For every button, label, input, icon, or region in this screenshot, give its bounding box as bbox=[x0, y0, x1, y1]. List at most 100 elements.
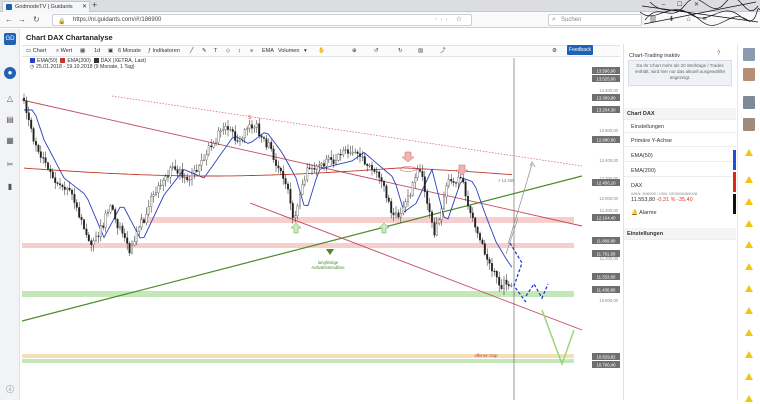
wert-button[interactable]: ⌕ Wert bbox=[56, 47, 72, 56]
share-icon[interactable]: ⤴ bbox=[440, 47, 446, 56]
panel-row-ema50[interactable]: EMA(50) bbox=[624, 150, 736, 162]
candle-body bbox=[107, 212, 109, 214]
notification-badge-icon[interactable] bbox=[744, 262, 754, 272]
shape-tool-icon[interactable]: ◇ bbox=[226, 47, 230, 56]
settings-icon[interactable]: ⚙ bbox=[552, 47, 557, 56]
candle-body bbox=[354, 151, 357, 153]
up-arrow-icon bbox=[290, 222, 302, 234]
avatar[interactable] bbox=[743, 68, 755, 81]
avatar[interactable] bbox=[743, 96, 755, 109]
notification-badge-icon[interactable] bbox=[744, 148, 754, 158]
candle-body bbox=[390, 201, 393, 214]
candle-body bbox=[35, 141, 37, 146]
ema-button[interactable]: EMA bbox=[262, 47, 274, 56]
tools-icon[interactable]: ✂ bbox=[4, 159, 16, 171]
undo-icon[interactable]: ↺ bbox=[374, 47, 379, 56]
volume-button[interactable]: Volumen bbox=[278, 47, 299, 56]
fib-tool-icon[interactable]: ≡ bbox=[250, 47, 253, 56]
hand-tool-icon[interactable]: ✋ bbox=[318, 47, 325, 56]
price-label-text: 13.525,60 bbox=[596, 77, 616, 82]
avatar[interactable] bbox=[743, 118, 755, 131]
url-bar[interactable]: 🔒 https://ni.guidants.com/#!/186900 ··· … bbox=[52, 14, 472, 26]
candle-body bbox=[260, 135, 263, 138]
close-tab-icon[interactable]: ✕ bbox=[82, 2, 87, 12]
help-icon[interactable]: ? bbox=[717, 51, 720, 57]
price-label-text: 10.829,82 bbox=[596, 355, 616, 360]
calendar-icon[interactable]: ▣ bbox=[108, 47, 113, 56]
image-icon[interactable]: ▨ bbox=[418, 47, 423, 56]
candle-body bbox=[167, 176, 169, 178]
candle-body bbox=[193, 170, 196, 174]
measure-tool-icon[interactable]: ↕ bbox=[238, 47, 241, 56]
browser-tab[interactable]: GodmodeTV | Guidants ✕ bbox=[2, 1, 90, 12]
avatar[interactable] bbox=[743, 48, 755, 61]
info-icon[interactable]: ⓘ bbox=[4, 384, 16, 396]
target-label: > 12.459 bbox=[498, 178, 515, 183]
draw-line-icon[interactable]: ╱ bbox=[190, 47, 193, 56]
search-input[interactable]: ⌕ Suchen bbox=[548, 14, 642, 26]
candle-body bbox=[414, 177, 417, 183]
interval-button[interactable]: 1d bbox=[94, 47, 100, 56]
section-chart-dax[interactable]: Chart DAX bbox=[624, 108, 736, 120]
guidants-logo-icon[interactable]: GD bbox=[4, 33, 16, 45]
calendar-icon[interactable]: ▦ bbox=[4, 135, 16, 147]
notification-badge-icon[interactable] bbox=[744, 350, 754, 360]
notification-badge-icon[interactable] bbox=[744, 372, 754, 382]
notification-badge-icon[interactable] bbox=[744, 240, 754, 250]
price-label-text: 11.553,80 bbox=[597, 275, 616, 280]
feedback-button[interactable]: Feedback bbox=[567, 45, 593, 55]
panel-row-settings[interactable]: Einstellungen bbox=[624, 121, 736, 133]
candle-body bbox=[443, 196, 445, 210]
home-icon[interactable]: ● bbox=[4, 67, 16, 79]
panel-title: Chart-Trading inaktiv? bbox=[629, 51, 721, 59]
page-actions-icon[interactable]: ··· ☆ bbox=[435, 15, 465, 25]
panel-row-y-axis[interactable]: Primäre Y-Achse bbox=[624, 135, 736, 147]
notification-badge-icon[interactable] bbox=[744, 306, 754, 316]
candle-body bbox=[479, 233, 481, 241]
candle-body bbox=[61, 184, 64, 188]
notification-badge-icon[interactable] bbox=[744, 284, 754, 294]
candle-body bbox=[128, 243, 131, 254]
candle-body bbox=[349, 152, 352, 154]
arrow-tool-icon[interactable]: ▾ bbox=[304, 47, 307, 56]
right-panel: Chart-Trading inaktiv? Da Ihr Chart mehr… bbox=[623, 44, 736, 400]
notification-badge-icon[interactable] bbox=[744, 197, 754, 207]
candle-body bbox=[462, 177, 465, 183]
panel-alarm[interactable]: 🔔 Alarme bbox=[624, 207, 736, 219]
pencil-icon[interactable]: ✎ bbox=[202, 47, 207, 56]
candle-body bbox=[42, 157, 45, 159]
trend-label: Aufwärtstrendlinie bbox=[311, 265, 345, 270]
notification-badge-icon[interactable] bbox=[744, 175, 754, 185]
candle-body bbox=[143, 219, 145, 223]
candle-body bbox=[495, 271, 498, 278]
candle-body bbox=[313, 168, 316, 170]
panel-row-ema200[interactable]: EMA(200) bbox=[624, 165, 736, 177]
price-label-text: 12.456,10 bbox=[596, 181, 616, 186]
text-tool-icon[interactable]: T bbox=[214, 47, 217, 56]
candle-body bbox=[159, 184, 162, 187]
notification-badge-icon[interactable] bbox=[744, 394, 754, 404]
trash-icon[interactable]: ▮ bbox=[4, 181, 16, 193]
back-icon[interactable]: ← bbox=[5, 15, 13, 24]
candle-body bbox=[284, 178, 287, 185]
dax-swatch bbox=[93, 58, 99, 64]
candle-body bbox=[212, 143, 215, 148]
reload-icon[interactable]: ↻ bbox=[33, 15, 40, 24]
forward-icon[interactable]: → bbox=[18, 15, 26, 24]
price-chart[interactable]: langfristigeAufwärtstrendlinieoffenen Ga… bbox=[22, 58, 622, 400]
grid-icon[interactable]: ▦ bbox=[80, 47, 85, 56]
candle-body bbox=[464, 181, 467, 197]
indicators-button[interactable]: ƒ Indikatoren bbox=[148, 47, 180, 56]
new-tab-button[interactable]: + bbox=[92, 0, 97, 11]
section-settings[interactable]: Einstellungen bbox=[624, 228, 736, 240]
zoom-icon[interactable]: ⊕ bbox=[352, 47, 357, 56]
notification-badge-icon[interactable] bbox=[744, 219, 754, 229]
range-button[interactable]: 6 Monate bbox=[118, 47, 141, 56]
notification-badge-icon[interactable] bbox=[744, 328, 754, 338]
redo-icon[interactable]: ↻ bbox=[398, 47, 403, 56]
document-icon[interactable]: ▤ bbox=[4, 114, 16, 126]
candle-body bbox=[171, 166, 174, 168]
alert-icon[interactable]: △ bbox=[4, 93, 16, 105]
chart-type-button[interactable]: ▭ Chart bbox=[26, 47, 46, 56]
candle-body bbox=[155, 192, 157, 195]
